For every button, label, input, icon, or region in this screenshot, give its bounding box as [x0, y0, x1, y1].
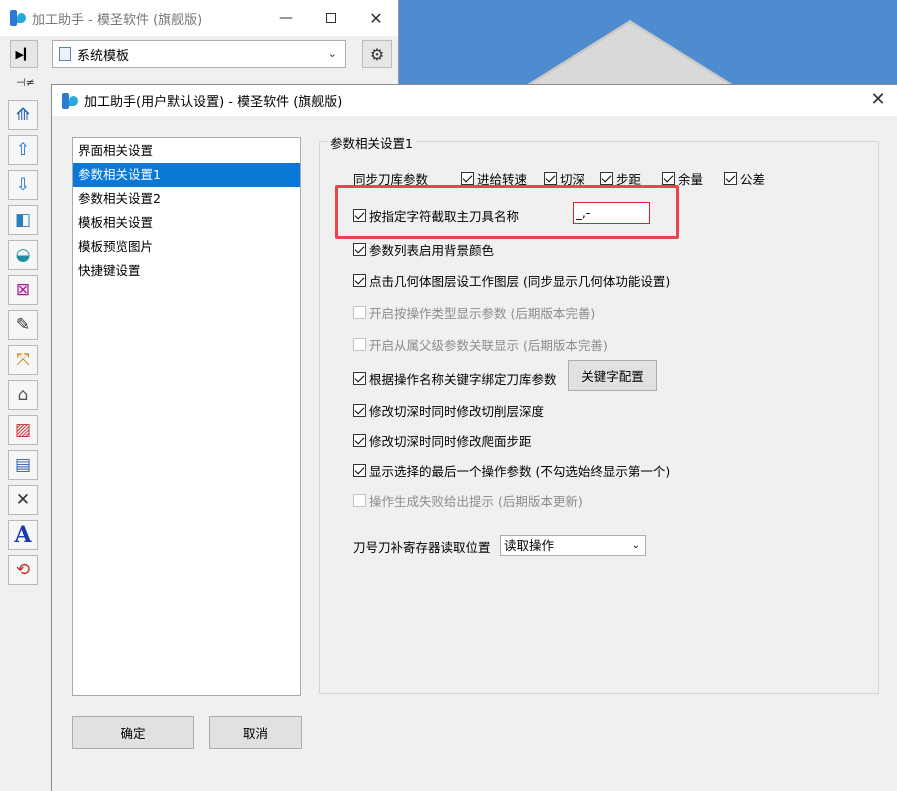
app-logo-icon: [62, 92, 78, 109]
nav-item[interactable]: 界面相关设置: [73, 139, 300, 163]
arrow-up-icon[interactable]: ⇧: [8, 135, 38, 165]
nav-item[interactable]: 参数相关设置1: [73, 163, 300, 187]
checkbox-box[interactable]: [353, 243, 366, 256]
nav-item[interactable]: 参数相关设置2: [73, 187, 300, 211]
checkbox-box[interactable]: [353, 274, 366, 287]
register-select[interactable]: 读取操作 ⌄: [500, 535, 646, 556]
delete-tool-icon[interactable]: ✕: [8, 485, 38, 515]
note-edit-icon[interactable]: ✎: [8, 310, 38, 340]
option-label: 点击几何体图层设工作图层 (同步显示几何体功能设置): [369, 274, 671, 289]
checkbox-box[interactable]: [353, 434, 366, 447]
option-checkbox[interactable]: 修改切深时同时修改爬面步距: [353, 431, 532, 450]
rotate-part-icon[interactable]: ⟲: [8, 555, 38, 585]
option-label: 开启从属父级参数关联显示 (后期版本完善): [369, 338, 608, 353]
dialog-close-button[interactable]: ✕: [867, 89, 889, 110]
sync-option-label: 余量: [678, 172, 704, 187]
dialog-title-bar: 加工助手(用户默认设置) - 模圣软件 (旗舰版): [52, 85, 897, 116]
surface-icon[interactable]: ◒: [8, 240, 38, 270]
assistant-title: 加工助手 - 模圣软件 (旗舰版): [32, 12, 203, 28]
register-label: 刀号刀补寄存器读取位置: [353, 537, 491, 556]
option-checkbox: 开启从属父级参数关联显示 (后期版本完善): [353, 335, 608, 354]
checkbox-box: [353, 306, 366, 319]
arrow-down-icon[interactable]: ⇩: [8, 170, 38, 200]
option-checkbox[interactable]: 按指定字符截取主刀具名称: [353, 206, 519, 225]
model-roof-face: [521, 23, 739, 86]
option-label: 修改切深时同时修改爬面步距: [369, 434, 532, 449]
app-logo-icon: [10, 10, 26, 26]
maximize-icon: [326, 13, 336, 23]
keyword-config-button[interactable]: 关键字配置: [568, 360, 657, 391]
nav-item[interactable]: 模板预览图片: [73, 235, 300, 259]
play-step-icon[interactable]: ▶▎: [10, 40, 38, 68]
transform-icon[interactable]: ⤧: [8, 345, 38, 375]
tool-holder-icon[interactable]: ⌂: [8, 380, 38, 410]
minimize-button[interactable]: —: [263, 0, 309, 36]
checkbox-box[interactable]: [353, 372, 366, 385]
register-label-text: 刀号刀补寄存器读取位置: [353, 540, 491, 555]
template-select-value: 系统模板: [77, 48, 130, 64]
cancel-button[interactable]: 取消: [209, 716, 302, 749]
pin-icon[interactable]: ⊣≠: [16, 76, 35, 89]
nav-item[interactable]: 模板相关设置: [73, 211, 300, 235]
group-title: 参数相关设置1: [327, 133, 416, 152]
template-doc-icon: [59, 47, 71, 61]
assistant-toolbar: ▶▎ 系统模板 ⌄ ⚙: [0, 36, 399, 76]
side-toolbar: ⟰ ⇧ ⇩ ◧ ◒ ⊠ ✎ ⤧ ⌂ ▨ ▤ ✕ A ⟲: [8, 100, 40, 590]
checkbox-box[interactable]: [353, 209, 366, 222]
checkbox-box[interactable]: [353, 404, 366, 417]
option-checkbox[interactable]: 根据操作名称关键字绑定刀库参数: [353, 369, 557, 388]
checkbox-box[interactable]: [662, 172, 675, 185]
close-button[interactable]: ✕: [353, 0, 399, 36]
layer-tool-icon[interactable]: ▤: [8, 450, 38, 480]
option-label: 按指定字符截取主刀具名称: [369, 209, 520, 224]
option-label: 开启按操作类型显示参数 (后期版本完善): [369, 306, 596, 321]
checkbox-box[interactable]: [600, 172, 613, 185]
dialog-title: 加工助手(用户默认设置) - 模圣软件 (旗舰版): [84, 95, 343, 110]
graphics-viewport[interactable]: [398, 0, 897, 86]
measure-icon[interactable]: ▨: [8, 415, 38, 445]
option-checkbox: 操作生成失败给出提示 (后期版本更新): [353, 491, 583, 510]
register-select-value: 读取操作: [504, 538, 555, 553]
tool-path-icon[interactable]: ⟰: [8, 100, 38, 130]
frame-edit-icon[interactable]: ⊠: [8, 275, 38, 305]
option-label: 操作生成失败给出提示 (后期版本更新): [369, 494, 583, 509]
ok-button[interactable]: 确定: [72, 716, 194, 749]
option-checkbox[interactable]: 显示选择的最后一个操作参数 (不勾选始终显示第一个): [353, 461, 670, 480]
checkbox-box[interactable]: [353, 464, 366, 477]
text-icon-letter: A: [14, 522, 32, 548]
text-icon[interactable]: A: [8, 520, 38, 550]
gear-icon[interactable]: ⚙: [362, 40, 392, 68]
sync-option-label: 公差: [740, 172, 766, 187]
checkbox-box[interactable]: [724, 172, 737, 185]
template-select[interactable]: 系统模板 ⌄: [52, 40, 346, 68]
option-checkbox[interactable]: 参数列表启用背景颜色: [353, 240, 494, 259]
checkbox-box[interactable]: [544, 172, 557, 185]
checkbox-box[interactable]: [461, 172, 474, 185]
solid-cube-icon[interactable]: ◧: [8, 205, 38, 235]
maximize-button[interactable]: [308, 0, 354, 36]
settings-nav-list: 界面相关设置 参数相关设置1 参数相关设置2 模板相关设置 模板预览图片 快捷键设置: [72, 137, 301, 696]
nav-item[interactable]: 快捷键设置: [73, 259, 300, 283]
separator-input[interactable]: _,-: [573, 202, 650, 224]
chevron-down-icon: ⌄: [327, 47, 337, 60]
checkbox-box: [353, 338, 366, 351]
option-label: 显示选择的最后一个操作参数 (不勾选始终显示第一个): [369, 464, 671, 479]
option-label: 修改切深时同时修改切削层深度: [369, 404, 545, 419]
sync-option-checkbox[interactable]: 公差: [724, 169, 765, 188]
option-checkbox[interactable]: 点击几何体图层设工作图层 (同步显示几何体功能设置): [353, 271, 670, 290]
settings-dialog: 加工助手(用户默认设置) - 模圣软件 (旗舰版) ✕ 界面相关设置 参数相关设置…: [51, 84, 897, 791]
chevron-down-icon: ⌄: [631, 540, 640, 551]
option-label: 根据操作名称关键字绑定刀库参数: [369, 372, 557, 387]
checkbox-box: [353, 494, 366, 507]
option-label: 参数列表启用背景颜色: [369, 243, 495, 258]
option-checkbox: 开启按操作类型显示参数 (后期版本完善): [353, 303, 595, 322]
option-checkbox[interactable]: 修改切深时同时修改切削层深度: [353, 401, 544, 420]
